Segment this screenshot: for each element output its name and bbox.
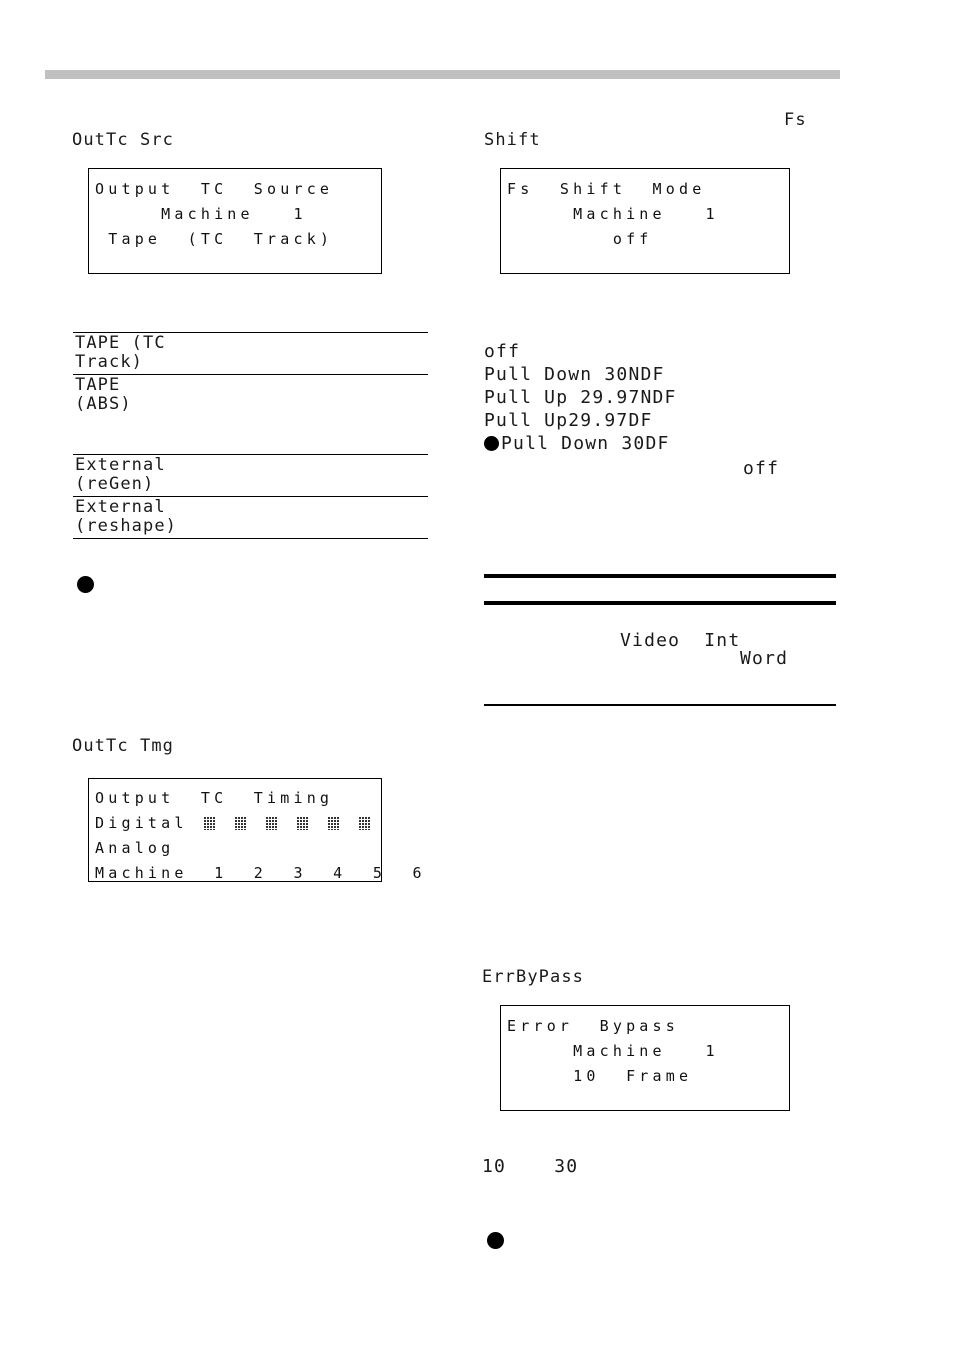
digital-block-row bbox=[203, 817, 370, 830]
lcd-label-digital: Digital bbox=[95, 814, 188, 832]
lcd-line-machine: Machine 1 bbox=[507, 1042, 719, 1060]
fs-shift-option-list: off Pull Down 30NDF Pull Up 29.97NDF Pul… bbox=[484, 340, 844, 455]
outtc-tmg-lcd-panel: Output TC Timing Digital Analog Machine … bbox=[88, 778, 422, 882]
lcd-line-title: Output TC Source bbox=[95, 180, 334, 198]
lcd-line-machine-numbers: Machine 1 2 3 4 5 6 bbox=[95, 864, 426, 882]
outtc-src-option-table: TAPE (TC Track) TAPE (ABS) External (reG… bbox=[73, 332, 428, 539]
outtc-tmg-caption: OutTc Tmg bbox=[72, 736, 175, 756]
block-glyph-icon bbox=[203, 817, 215, 830]
clock-value-line-2: Word bbox=[740, 648, 789, 669]
clock-table-rule-top bbox=[484, 574, 836, 578]
block-glyph-icon bbox=[358, 817, 370, 830]
lcd-line-title: Fs Shift Mode bbox=[507, 180, 706, 198]
lcd-line-analog: Analog bbox=[95, 839, 175, 857]
lcd-line-title: Output TC Timing bbox=[95, 789, 334, 807]
block-glyph-icon bbox=[234, 817, 246, 830]
err-bypass-caption: ErrByPass bbox=[482, 967, 585, 987]
outtc-src-lcd-panel: Output TC Source Machine 1 Tape (TC Trac… bbox=[88, 168, 382, 274]
err-bypass-lcd-panel: Error Bypass Machine 1 10 Frame bbox=[500, 1005, 790, 1111]
fs-shift-caption: Shift bbox=[484, 130, 541, 150]
table-rule bbox=[73, 538, 428, 539]
fs-shift-lcd-panel: Fs Shift Mode Machine 1 off bbox=[500, 168, 790, 274]
lcd-line-value: off bbox=[507, 230, 653, 248]
clock-value-line-1: Video Int bbox=[620, 630, 741, 651]
err-bypass-selected-bullet-icon bbox=[487, 1231, 504, 1250]
option-pull-up-2997df[interactable]: Pull Up29.97DF bbox=[484, 409, 844, 432]
outtc-src-caption: OutTc Src bbox=[72, 130, 175, 150]
lcd-line-value: 10 Frame bbox=[507, 1067, 693, 1085]
option-pull-down-30df-row[interactable]: Pull Down 30DF bbox=[484, 432, 844, 455]
block-glyph-icon bbox=[296, 817, 308, 830]
block-glyph-icon bbox=[327, 817, 339, 830]
option-pull-up-2997ndf[interactable]: Pull Up 29.97NDF bbox=[484, 386, 844, 409]
lcd-line-title: Error Bypass bbox=[507, 1017, 679, 1035]
filled-circle-icon bbox=[484, 436, 499, 451]
option-row-tape-abs[interactable]: TAPE (ABS) bbox=[73, 375, 428, 416]
lcd-line-digital: Digital bbox=[89, 811, 381, 836]
page-header-rule bbox=[45, 70, 840, 79]
err-bypass-range: 10 30 bbox=[482, 1156, 579, 1177]
option-row-external-regen[interactable]: External (reGen) bbox=[73, 455, 428, 496]
option-off[interactable]: off bbox=[484, 340, 844, 363]
option-row-external-reshape[interactable]: External (reshape) bbox=[73, 497, 428, 538]
filled-circle-icon bbox=[77, 576, 94, 593]
lcd-line-machine: Machine 1 bbox=[507, 205, 719, 223]
lcd-line-machine: Machine 1 bbox=[95, 205, 307, 223]
fs-shift-caption-top: Fs bbox=[784, 110, 807, 130]
option-pull-down-30df-label: Pull Down 30DF bbox=[501, 433, 670, 454]
block-glyph-icon bbox=[265, 817, 277, 830]
filled-circle-icon bbox=[487, 1232, 504, 1249]
clock-table-rule-middle bbox=[484, 601, 836, 605]
option-pull-down-30ndf[interactable]: Pull Down 30NDF bbox=[484, 363, 844, 386]
fs-shift-default-value: off bbox=[743, 458, 780, 479]
option-row-tape-tc-track[interactable]: TAPE (TC Track) bbox=[73, 333, 428, 374]
lcd-line-value: Tape (TC Track) bbox=[95, 230, 334, 248]
clock-table-rule-bottom bbox=[484, 704, 836, 706]
table-spacer bbox=[73, 416, 428, 454]
outtc-src-selected-bullet-icon bbox=[77, 575, 94, 594]
